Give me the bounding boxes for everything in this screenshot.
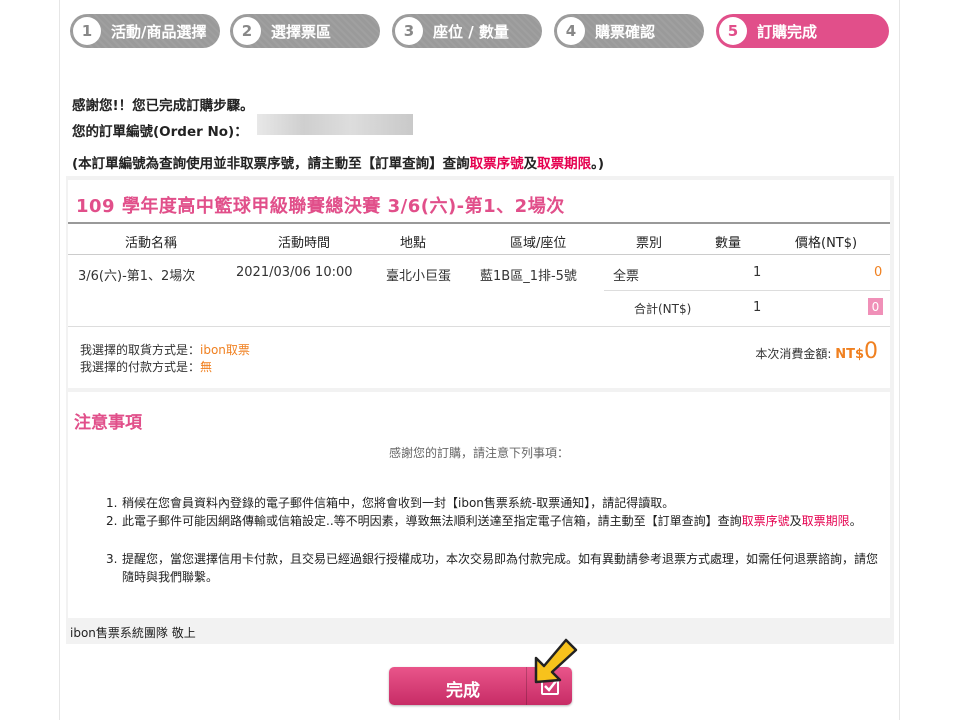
order-number-redacted: [257, 114, 413, 135]
done-button-label: 完成: [446, 681, 480, 701]
step-label: 活動/商品選擇: [111, 22, 207, 41]
cell-event-time: 2021/03/06 10:00: [236, 265, 353, 280]
cell-event-name: 3/6(六)-第1、2場次: [78, 269, 196, 284]
table-header: 活動名稱 活動時間 地點 區域/座位 票別 數量 價格(NT$): [68, 222, 890, 255]
header-venue: 地點: [400, 236, 427, 251]
pickup-method: 我選擇的取貨方式是：ibon取票: [80, 343, 250, 357]
header-seat: 區域/座位: [510, 236, 567, 251]
step-3: 3 座位 / 數量: [392, 14, 542, 48]
header-price: 價格(NT$): [795, 236, 858, 251]
step-1: 1 活動/商品選擇: [70, 14, 220, 48]
header-qty: 數量: [715, 236, 742, 251]
step-2: 2 選擇票區: [230, 14, 380, 48]
step-label: 訂購完成: [757, 22, 818, 41]
header-event-name: 活動名稱: [125, 236, 178, 251]
step-5: 5 訂購完成: [716, 14, 889, 48]
step-number: 5: [719, 17, 747, 45]
thanks-section: 感謝您!！您已完成訂購步驟。 您的訂單編號(Order No)： (本訂單編號為…: [66, 64, 894, 176]
step-label: 購票確認: [595, 22, 656, 41]
progress-steps: 1 活動/商品選擇 2 選擇票區 3 座位 / 數量 4 購票確認 5 訂購完成: [70, 14, 889, 48]
order-number-note: (本訂單編號為查詢使用並非取票序號，請主動至【訂單查詢】查詢取票序號及取票期限。…: [72, 156, 605, 172]
cell-seat: 藍1B區_1排-5號: [480, 269, 577, 284]
signature: ibon售票系統團隊 敬上: [70, 626, 196, 640]
total-amount: 本次消費金額: NT$0: [755, 339, 878, 364]
order-number-label: 您的訂單編號(Order No)：: [72, 124, 248, 140]
table-divider: [68, 326, 890, 327]
header-ticket-type: 票別: [636, 236, 663, 251]
row-divider: [604, 290, 890, 291]
step-label: 座位 / 數量: [433, 22, 509, 41]
payment-method: 我選擇的付款方式是：無: [80, 360, 213, 374]
step-label: 選擇票區: [271, 22, 332, 41]
cell-venue: 臺北小巨蛋: [386, 269, 452, 284]
cell-ticket-type: 全票: [613, 269, 640, 284]
cell-qty: 1: [753, 265, 762, 280]
button-divider: [526, 667, 527, 705]
cell-price: 0: [874, 265, 883, 280]
step-number: 1: [73, 17, 101, 45]
subtotal-price: 0: [868, 298, 883, 315]
subtotal-qty: 1: [753, 300, 762, 315]
thanks-message: 感謝您!！您已完成訂購步驟。: [72, 98, 254, 114]
step-4: 4 購票確認: [554, 14, 704, 48]
event-title: 109 學年度高中籃球甲級聯賽總決賽 3/6(六)-第1、2場次: [76, 196, 565, 217]
step-number: 2: [233, 17, 261, 45]
pointer-arrow-icon: [528, 634, 580, 690]
notice-title: 注意事項: [74, 413, 142, 433]
notice-subtitle: 感謝您的訂購，請注意下列事項：: [388, 446, 569, 460]
event-summary: 109 學年度高中籃球甲級聯賽總決賽 3/6(六)-第1、2場次 活動名稱 活動…: [68, 180, 890, 388]
main-content: 感謝您!！您已完成訂購步驟。 您的訂單編號(Order No)： (本訂單編號為…: [66, 64, 894, 644]
header-event-time: 活動時間: [278, 236, 331, 251]
notice-section: 注意事項 感謝您的訂購，請注意下列事項： 1. 稍候在您會員資料內登錄的電子郵件…: [68, 392, 890, 618]
subtotal-label: 合計(NT$): [634, 302, 692, 316]
step-number: 3: [395, 17, 423, 45]
step-number: 4: [557, 17, 585, 45]
